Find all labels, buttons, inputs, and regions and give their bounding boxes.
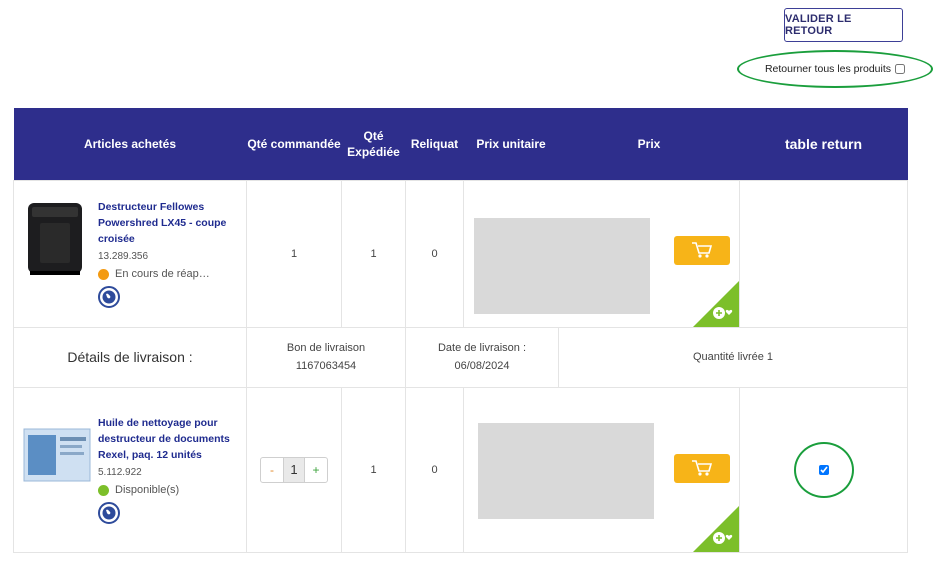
delivery-details-label: Détails de livraison : bbox=[13, 326, 247, 388]
add-wishlist-icon[interactable] bbox=[693, 505, 739, 552]
return-item-checkbox[interactable] bbox=[818, 464, 829, 475]
qty-ordered-cell: 1 bbox=[246, 179, 342, 328]
validate-return-button[interactable]: VALIDER LE RETOUR bbox=[784, 8, 903, 42]
status-dot-icon bbox=[98, 484, 109, 496]
price-cell bbox=[464, 388, 739, 552]
price-cell bbox=[464, 181, 739, 327]
product-cell: Huile de nettoyage pour destructeur de d… bbox=[14, 405, 246, 534]
globe-icon[interactable] bbox=[98, 286, 120, 308]
qty-shipped-cell: 1 bbox=[341, 386, 406, 553]
product-image-shredder[interactable] bbox=[22, 199, 92, 282]
header-unit-price: Prix unitaire bbox=[463, 108, 559, 180]
remaining-cell: 0 bbox=[405, 386, 464, 553]
header-remaining: Reliquat bbox=[405, 108, 464, 180]
return-all-checkbox[interactable] bbox=[895, 64, 906, 74]
qty-shipped-cell: 1 bbox=[341, 179, 406, 328]
header-price: Prix bbox=[558, 108, 740, 180]
decrement-button[interactable]: - bbox=[261, 458, 283, 482]
status-dot-icon bbox=[98, 268, 109, 280]
delivery-details-row: Détails de livraison : Bon de livraison … bbox=[13, 326, 908, 388]
quantity-stepper[interactable]: - 1 + bbox=[260, 456, 328, 483]
product-cell: Destructeur Fellowes Powershred LX45 - c… bbox=[14, 189, 246, 318]
price-placeholder bbox=[474, 217, 650, 314]
delivery-note-label: Bon de livraison bbox=[286, 342, 366, 354]
price-placeholder bbox=[478, 422, 654, 519]
return-cell bbox=[739, 386, 908, 553]
stock-status: Disponible(s) bbox=[98, 484, 238, 496]
header-qty-shipped: Qté Expédiée bbox=[341, 108, 406, 180]
header-articles: Articles achetés bbox=[13, 108, 247, 180]
delivered-quantity: Quantité livrée 1 bbox=[558, 326, 908, 388]
stock-status-label: Disponible(s) bbox=[115, 484, 180, 496]
remaining-cell: 0 bbox=[405, 179, 464, 328]
globe-icon[interactable] bbox=[98, 502, 120, 524]
delivery-date: Date de livraison : 06/08/2024 bbox=[405, 326, 559, 388]
product-name-link[interactable]: Huile de nettoyage pour destructeur de d… bbox=[98, 415, 238, 463]
qty-ordered-cell: - 1 + bbox=[246, 386, 342, 553]
product-reference: 5.112.922 bbox=[98, 467, 142, 478]
table-header-row: Articles achetés Qté commandée Qté Expéd… bbox=[13, 108, 908, 180]
return-item-highlight bbox=[793, 441, 854, 498]
order-items-table: Articles achetés Qté commandée Qté Expéd… bbox=[13, 108, 908, 553]
delivery-note-number: 1167063454 bbox=[295, 360, 357, 372]
quantity-value[interactable]: 1 bbox=[283, 457, 305, 482]
add-to-cart-button[interactable] bbox=[674, 453, 730, 483]
header-qty-ordered: Qté commandée bbox=[246, 108, 342, 180]
return-cell bbox=[739, 179, 908, 328]
product-image-cleaning-oil[interactable] bbox=[22, 415, 92, 488]
return-all-label: Retourner tous les produits bbox=[764, 63, 892, 75]
delivery-date-label: Date de livraison : bbox=[437, 342, 527, 354]
stock-status: En cours de réap… bbox=[98, 268, 238, 280]
delivery-note: Bon de livraison 1167063454 bbox=[246, 326, 406, 388]
table-row: Destructeur Fellowes Powershred LX45 - c… bbox=[13, 179, 908, 328]
increment-button[interactable]: + bbox=[305, 458, 327, 482]
product-reference: 13.289.356 bbox=[98, 251, 149, 262]
table-row: Huile de nettoyage pour destructeur de d… bbox=[13, 386, 908, 553]
cart-icon bbox=[692, 460, 713, 476]
delivery-date-value: 06/08/2024 bbox=[454, 360, 510, 372]
add-to-cart-button[interactable] bbox=[674, 235, 730, 265]
add-wishlist-icon[interactable] bbox=[693, 280, 739, 327]
stock-status-label: En cours de réap… bbox=[115, 268, 210, 280]
return-all-toggle[interactable]: Retourner tous les produits bbox=[737, 50, 933, 88]
header-return: table return bbox=[739, 108, 908, 180]
product-name-link[interactable]: Destructeur Fellowes Powershred LX45 - c… bbox=[98, 199, 238, 247]
cart-icon bbox=[692, 242, 713, 258]
